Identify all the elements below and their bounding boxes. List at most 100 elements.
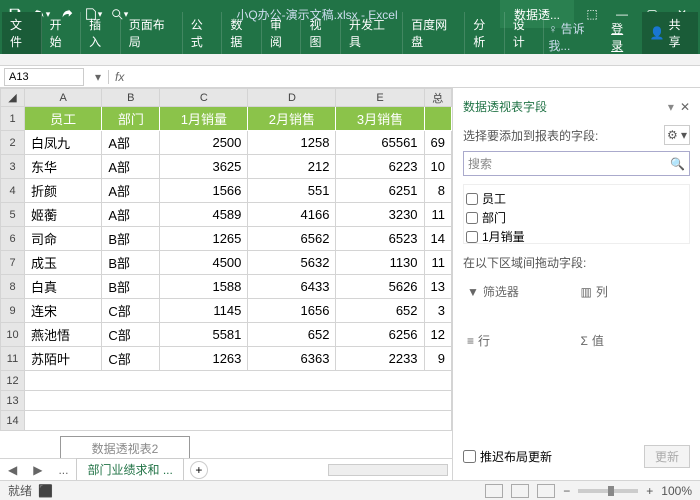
cell[interactable]: 652 (336, 299, 424, 323)
cell[interactable]: 1263 (160, 347, 248, 371)
area-rows[interactable]: ≡行 (463, 330, 577, 351)
view-normal-icon[interactable] (485, 484, 503, 498)
zoom-in-icon[interactable]: + (646, 484, 653, 498)
zoom-slider[interactable] (578, 489, 638, 493)
cell[interactable]: 652 (248, 323, 336, 347)
cell[interactable]: 6251 (336, 179, 424, 203)
cell[interactable]: 12 (424, 323, 451, 347)
cell[interactable]: 2月销售 (248, 107, 336, 131)
tab-layout[interactable]: 页面布局 (121, 12, 183, 54)
cell[interactable]: 3625 (160, 155, 248, 179)
cell[interactable]: 白凤九 (25, 131, 102, 155)
row-header[interactable]: 9 (1, 299, 25, 323)
cell[interactable]: 东华 (25, 155, 102, 179)
macro-record-icon[interactable]: ⬛ (38, 484, 53, 498)
field-checkbox[interactable] (466, 212, 478, 224)
row-header[interactable]: 13 (1, 391, 25, 411)
cell[interactable]: 13 (424, 275, 451, 299)
sheet-nav-prev-icon[interactable]: ◀ (0, 463, 25, 477)
row-header[interactable]: 12 (1, 371, 25, 391)
cell[interactable]: 4166 (248, 203, 336, 227)
cell[interactable]: 5581 (160, 323, 248, 347)
row-header[interactable]: 6 (1, 227, 25, 251)
sheet-tab[interactable]: 部门业绩求和 ... (76, 458, 183, 481)
pane-menu-icon[interactable]: ▾ (668, 100, 674, 114)
fx-label[interactable]: fx (108, 70, 130, 84)
cell[interactable]: C部 (102, 323, 160, 347)
row-header[interactable]: 4 (1, 179, 25, 203)
horizontal-scrollbar[interactable] (328, 464, 448, 476)
cell[interactable]: 1588 (160, 275, 248, 299)
cell[interactable]: 212 (248, 155, 336, 179)
cell[interactable] (424, 107, 451, 131)
cell[interactable]: 10 (424, 155, 451, 179)
cell[interactable] (25, 371, 452, 391)
cell[interactable]: 2500 (160, 131, 248, 155)
cell[interactable]: 4500 (160, 251, 248, 275)
name-box[interactable] (4, 68, 84, 86)
cell[interactable]: 6523 (336, 227, 424, 251)
cell[interactable]: 司命 (25, 227, 102, 251)
cell[interactable]: C部 (102, 299, 160, 323)
cell[interactable]: 6363 (248, 347, 336, 371)
cell[interactable]: 3230 (336, 203, 424, 227)
cell[interactable]: C部 (102, 347, 160, 371)
area-filter[interactable]: ▼筛选器 (463, 281, 577, 302)
cell[interactable] (25, 411, 452, 431)
pivot-placeholder[interactable]: 数据透视表2 (60, 436, 190, 460)
field-search-input[interactable]: 搜索 🔍 (463, 151, 690, 176)
field-checkbox[interactable] (466, 231, 478, 243)
cell[interactable]: 6223 (336, 155, 424, 179)
field-list[interactable]: 员工 部门 1月销量 (463, 184, 690, 244)
col-header[interactable]: 总 (424, 89, 451, 107)
tab-home[interactable]: 开始 (42, 12, 82, 54)
sheet-nav-more[interactable]: ... (50, 463, 76, 477)
select-all[interactable]: ◢ (1, 89, 25, 107)
cell[interactable]: A部 (102, 179, 160, 203)
row-header[interactable]: 7 (1, 251, 25, 275)
zoom-level[interactable]: 100% (661, 484, 692, 498)
cell[interactable]: 5626 (336, 275, 424, 299)
cell[interactable]: 69 (424, 131, 451, 155)
field-item[interactable]: 部门 (466, 208, 687, 227)
cell[interactable]: 苏陌叶 (25, 347, 102, 371)
row-header[interactable]: 5 (1, 203, 25, 227)
col-header[interactable]: C (160, 89, 248, 107)
row-header[interactable]: 1 (1, 107, 25, 131)
zoom-out-icon[interactable]: − (563, 484, 570, 498)
tab-formulas[interactable]: 公式 (183, 12, 223, 54)
cell[interactable]: 1130 (336, 251, 424, 275)
area-columns[interactable]: ▥列 (577, 281, 691, 302)
cell[interactable]: A部 (102, 203, 160, 227)
cell[interactable]: 8 (424, 179, 451, 203)
cell[interactable]: 6256 (336, 323, 424, 347)
col-header[interactable]: E (336, 89, 424, 107)
cell[interactable]: 1656 (248, 299, 336, 323)
tell-me[interactable]: ♀ 告诉我... (548, 20, 603, 54)
namebox-dropdown-icon[interactable]: ▾ (88, 70, 108, 84)
tab-view[interactable]: 视图 (301, 12, 341, 54)
cell[interactable]: 连宋 (25, 299, 102, 323)
defer-checkbox[interactable] (463, 450, 476, 463)
cell[interactable]: 1258 (248, 131, 336, 155)
cell[interactable]: 折颜 (25, 179, 102, 203)
cell[interactable]: 1145 (160, 299, 248, 323)
area-values[interactable]: Σ值 (577, 330, 691, 351)
cell[interactable]: 燕池悟 (25, 323, 102, 347)
cell[interactable]: 6433 (248, 275, 336, 299)
col-header[interactable]: B (102, 89, 160, 107)
cell[interactable]: B部 (102, 251, 160, 275)
cell[interactable]: 14 (424, 227, 451, 251)
tab-analyze[interactable]: 分析 (465, 12, 505, 54)
tab-file[interactable]: 文件 (2, 12, 42, 54)
tab-review[interactable]: 审阅 (262, 12, 302, 54)
cell[interactable]: 65561 (336, 131, 424, 155)
cell[interactable]: 姬蘅 (25, 203, 102, 227)
sheet-nav-next-icon[interactable]: ▶ (25, 463, 50, 477)
spreadsheet-grid[interactable]: ◢ A B C D E 总 1 员工 部门 1月销量 2月销售 3月销售 2 白… (0, 88, 452, 431)
row-header[interactable]: 11 (1, 347, 25, 371)
col-header[interactable]: D (248, 89, 336, 107)
cell[interactable]: A部 (102, 131, 160, 155)
field-checkbox[interactable] (466, 193, 478, 205)
cell[interactable]: 5632 (248, 251, 336, 275)
